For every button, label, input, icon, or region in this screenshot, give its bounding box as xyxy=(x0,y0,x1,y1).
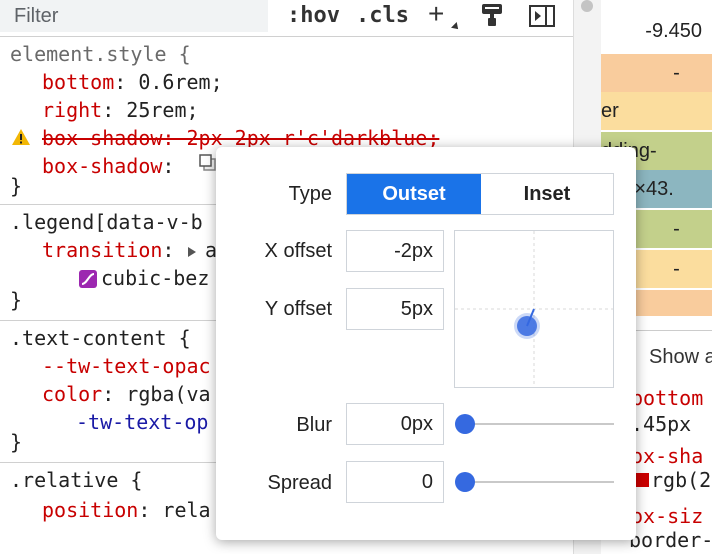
relative-selector[interactable]: .relative { xyxy=(10,466,142,494)
shadow-editor-popover: Type Outset Inset X offset -2px Y offset… xyxy=(216,147,636,540)
property-value[interactable]: : 0.6rem; xyxy=(114,70,222,94)
property-colon: : xyxy=(162,154,175,178)
spread-input[interactable]: 0 xyxy=(346,461,444,503)
new-style-rule-button[interactable]: + xyxy=(428,0,444,28)
inset-button[interactable]: Inset xyxy=(481,174,613,214)
property-value[interactable]: : rela xyxy=(138,498,210,522)
y-offset-input[interactable]: 5px xyxy=(346,288,444,330)
rule-close-brace: } xyxy=(10,430,23,454)
property-name[interactable]: box-shadow xyxy=(42,154,162,178)
box-model-padding-value: - xyxy=(649,140,657,162)
type-label: Type xyxy=(288,183,332,205)
shadow-swatch-icon[interactable] xyxy=(199,154,217,172)
expand-triangle-icon[interactable] xyxy=(187,246,197,258)
blur-slider-knob[interactable] xyxy=(455,414,475,434)
blur-input[interactable]: 0px xyxy=(346,403,444,445)
bezier-swatch-icon[interactable] xyxy=(79,270,97,288)
property-name[interactable]: position xyxy=(42,498,138,522)
offset-vector-pad[interactable] xyxy=(454,230,614,388)
bezier-value[interactable]: cubic-bez xyxy=(101,264,209,292)
property-name[interactable]: color xyxy=(42,382,102,406)
box-model-position[interactable]: -9.450 xyxy=(601,12,712,50)
box-model-border[interactable]: er xyxy=(601,92,712,130)
box-shadow-declaration[interactable]: box-shadow: xyxy=(42,152,174,180)
computed-border-value: border- xyxy=(629,528,712,552)
hov-button[interactable]: :hov xyxy=(287,2,340,30)
toggle-sidebar-icon[interactable] xyxy=(529,5,555,27)
right-declaration[interactable]: right: 25rem; xyxy=(42,96,199,124)
property-value[interactable]: : 25rem; xyxy=(102,98,198,122)
show-all-label[interactable]: Show a xyxy=(649,338,712,376)
tw-text-opacity-declaration[interactable]: --tw-text-opac xyxy=(42,352,211,380)
dropdown-triangle-icon xyxy=(451,22,461,32)
spread-slider[interactable] xyxy=(464,481,614,483)
css-variable-reference[interactable]: -tw-text-op xyxy=(76,408,208,436)
legend-selector[interactable]: .legend[data-v-b xyxy=(10,208,203,236)
bottom-declaration[interactable]: bottom: 0.6rem; xyxy=(42,68,223,96)
styles-toolbar: :hov .cls + xyxy=(0,0,573,34)
transition-declaration[interactable]: transition: xyxy=(42,236,174,264)
property-name[interactable]: transition xyxy=(42,238,162,262)
element-style-selector: element.style { xyxy=(10,42,191,66)
text-content-selector[interactable]: .text-content { xyxy=(10,324,191,352)
color-swatch[interactable] xyxy=(635,473,649,487)
cls-button[interactable]: .cls xyxy=(356,2,409,30)
x-offset-label: X offset xyxy=(264,240,332,262)
spread-label: Spread xyxy=(267,472,333,494)
property-name[interactable]: right xyxy=(42,98,102,122)
color-declaration[interactable]: color: rgba(va xyxy=(42,380,211,408)
rule-close-brace: } xyxy=(10,288,23,312)
rule-close-brace: } xyxy=(10,174,23,198)
property-name[interactable]: bottom xyxy=(42,70,114,94)
box-model-label: er xyxy=(601,100,619,122)
computed-rgb-value: rgb(2 xyxy=(651,468,712,492)
scrollbar-thumb[interactable] xyxy=(581,0,593,12)
offset-vector-graphic xyxy=(455,231,613,387)
box-model-margin[interactable]: - xyxy=(601,54,712,92)
property-value[interactable]: : rgba(va xyxy=(102,382,210,406)
filter-input[interactable] xyxy=(0,0,268,32)
warning-icon[interactable] xyxy=(11,128,31,146)
outset-button[interactable]: Outset xyxy=(347,174,481,214)
x-offset-input[interactable]: -2px xyxy=(346,230,444,272)
position-declaration[interactable]: position: rela xyxy=(42,496,211,524)
paint-roller-icon[interactable] xyxy=(481,3,503,27)
computed-bottom-label[interactable]: bottom xyxy=(631,384,703,412)
property-colon: : xyxy=(162,238,175,262)
blur-slider[interactable] xyxy=(464,423,614,425)
computed-bottom-value: .45px xyxy=(631,412,692,436)
spread-slider-knob[interactable] xyxy=(455,472,475,492)
blur-label: Blur xyxy=(296,414,332,436)
y-offset-label: Y offset xyxy=(264,298,332,320)
type-toggle: Outset Inset xyxy=(346,173,614,215)
